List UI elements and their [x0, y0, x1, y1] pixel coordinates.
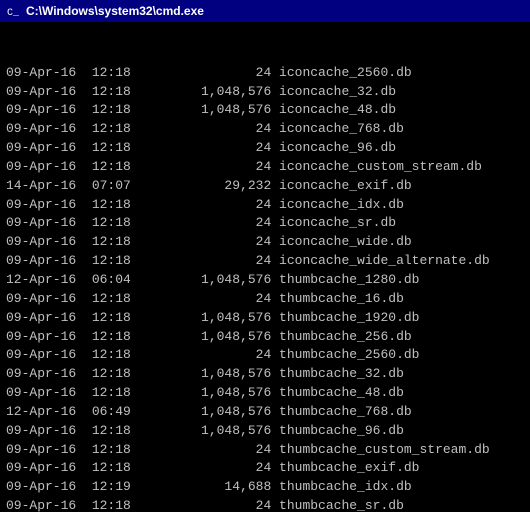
console-line: 09-Apr-16 12:18 1,048,576 thumbcache_96.…	[6, 422, 524, 441]
console-line: 09-Apr-16 12:18 24 iconcache_2560.db	[6, 64, 524, 83]
console-line: 09-Apr-16 12:18 1,048,576 iconcache_32.d…	[6, 83, 524, 102]
console-line: 12-Apr-16 06:49 1,048,576 thumbcache_768…	[6, 403, 524, 422]
console-lines: 09-Apr-16 12:18 24 iconcache_2560.db09-A…	[6, 64, 524, 512]
console-line: 09-Apr-16 12:18 24 thumbcache_16.db	[6, 290, 524, 309]
console-line: 09-Apr-16 12:19 14,688 thumbcache_idx.db	[6, 478, 524, 497]
console-output: 09-Apr-16 12:18 24 iconcache_2560.db09-A…	[0, 22, 530, 512]
console-line: 09-Apr-16 12:18 1,048,576 thumbcache_48.…	[6, 384, 524, 403]
cmd-icon: C_	[6, 4, 20, 18]
console-line: 09-Apr-16 12:18 24 iconcache_wide_altern…	[6, 252, 524, 271]
console-line: 09-Apr-16 12:18 24 iconcache_wide.db	[6, 233, 524, 252]
console-line: 12-Apr-16 06:04 1,048,576 thumbcache_128…	[6, 271, 524, 290]
title-bar: C_ C:\Windows\system32\cmd.exe	[0, 0, 530, 22]
console-line: 14-Apr-16 07:07 29,232 iconcache_exif.db	[6, 177, 524, 196]
console-line: 09-Apr-16 12:18 24 thumbcache_custom_str…	[6, 441, 524, 460]
console-line: 09-Apr-16 12:18 1,048,576 thumbcache_192…	[6, 309, 524, 328]
console-line: 09-Apr-16 12:18 24 thumbcache_exif.db	[6, 459, 524, 478]
title-bar-text: C:\Windows\system32\cmd.exe	[26, 4, 204, 18]
console-line: 09-Apr-16 12:18 24 thumbcache_sr.db	[6, 497, 524, 512]
console-line: 09-Apr-16 12:18 24 thumbcache_2560.db	[6, 346, 524, 365]
console-line: 09-Apr-16 12:18 24 iconcache_idx.db	[6, 196, 524, 215]
console-line: 09-Apr-16 12:18 24 iconcache_768.db	[6, 120, 524, 139]
console-line: 09-Apr-16 12:18 24 iconcache_custom_stre…	[6, 158, 524, 177]
console-line: 09-Apr-16 12:18 1,048,576 thumbcache_32.…	[6, 365, 524, 384]
console-line: 09-Apr-16 12:18 24 iconcache_96.db	[6, 139, 524, 158]
console-line: 09-Apr-16 12:18 24 iconcache_sr.db	[6, 214, 524, 233]
svg-text:C_: C_	[7, 8, 20, 18]
console-line: 09-Apr-16 12:18 1,048,576 thumbcache_256…	[6, 328, 524, 347]
console-line: 09-Apr-16 12:18 1,048,576 iconcache_48.d…	[6, 101, 524, 120]
